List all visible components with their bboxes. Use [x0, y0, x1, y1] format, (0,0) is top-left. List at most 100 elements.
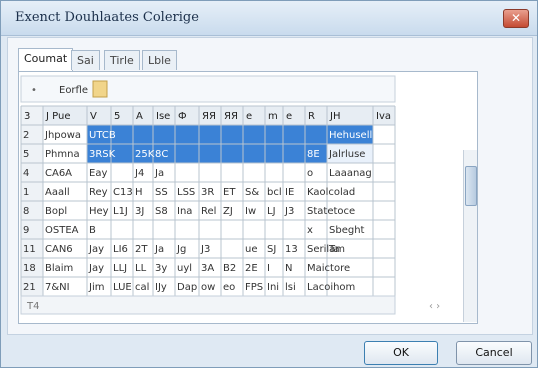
table-cell: uyl: [177, 263, 192, 274]
column-header: Ise: [156, 111, 170, 122]
table-cell: Ina: [177, 206, 192, 217]
row-number: 18: [23, 263, 36, 274]
dialog-title: Exenct Douhlaates Colerige: [15, 10, 199, 25]
row-number: 21: [23, 282, 36, 293]
row-number: 2: [23, 130, 29, 141]
table-cell: Jalrluse: [328, 149, 365, 160]
table-cell: Hey: [89, 206, 109, 217]
table-cell: Iw: [245, 206, 256, 217]
close-icon: ✕: [510, 11, 522, 25]
table-cell: LLJ: [113, 263, 127, 274]
table-cell: ET: [223, 187, 236, 198]
table-cell: Ja: [154, 168, 164, 179]
column-header: J Pue: [45, 111, 70, 122]
table-cell: 13: [285, 244, 298, 255]
table-cell: J3: [200, 244, 210, 255]
table-cell: ow: [201, 282, 215, 293]
row-number: 9: [23, 225, 29, 236]
title-bar[interactable]: Exenct Douhlaates Colerige ✕: [1, 1, 537, 36]
table-cell: Dap: [177, 282, 197, 293]
table-cell: 8C: [155, 149, 168, 160]
cell-name-label: Eorfle: [59, 85, 88, 96]
table-cell: cal: [135, 282, 149, 293]
table-cell: Laaanag: [329, 168, 372, 179]
table-cell: 8E: [307, 149, 320, 160]
table-cell: Phmna: [45, 149, 80, 160]
table-cell: o: [307, 168, 313, 179]
column-header: JH: [329, 111, 340, 122]
column-header: e: [286, 111, 292, 122]
column-header: ЯЯ: [224, 111, 238, 122]
cancel-button[interactable]: Cancel: [456, 341, 532, 365]
table-cell: 3y: [155, 263, 167, 274]
table-cell: Lacoihom: [307, 282, 355, 293]
table-cell: CA6A: [45, 168, 72, 179]
table-cell: UTCB: [89, 130, 116, 141]
table-cell: Hehusell: [329, 130, 372, 141]
vertical-scrollbar[interactable]: [463, 150, 477, 322]
column-header: A: [136, 111, 143, 122]
table-cell: Rey: [89, 187, 108, 198]
table-cell: OSTEA: [45, 225, 79, 236]
table-cell: 3J: [135, 206, 144, 217]
close-button[interactable]: ✕: [503, 9, 529, 28]
table-cell: H: [135, 187, 143, 198]
table-cell: Aaall: [45, 187, 70, 198]
table-cell: J4: [134, 168, 144, 179]
table-cell: Jg: [176, 244, 186, 255]
table-cell: 25K: [135, 149, 155, 160]
column-header: 3: [24, 111, 30, 122]
column-header: Ф: [178, 111, 187, 122]
table-cell: CAN6: [45, 244, 73, 255]
table-cell: 2T: [135, 244, 148, 255]
footer-label: T4: [26, 301, 39, 312]
grid-footer: [20, 295, 396, 315]
table-cell: ue: [245, 244, 258, 255]
table-cell: Ini: [267, 282, 279, 293]
table-cell: ZJ: [223, 206, 233, 217]
table-cell: IJy: [155, 282, 167, 293]
data-grid[interactable]: • Eorfle3 J Pue V 5 A Ise Ф ЯЯ ЯЯ e m e R JH Iva2 Jhpowa…: [19, 72, 477, 323]
tab-label: Coumat: [24, 52, 68, 65]
tab-title[interactable]: Tirle: [104, 50, 140, 70]
table-cell: Statetoce: [307, 206, 355, 217]
table-cell: 7&NI: [45, 282, 70, 293]
nav-arrows-icon: ‹ ›: [429, 301, 440, 312]
selection-highlight: [87, 125, 327, 144]
column-header: ЯЯ: [202, 111, 216, 122]
tab-label: Tirle: [110, 54, 134, 67]
ok-button[interactable]: OK: [364, 341, 438, 365]
tab-sai[interactable]: Sai: [71, 50, 100, 70]
table-cell: Jay: [88, 263, 104, 274]
table-cell: Jim: [88, 282, 104, 293]
table-cell: 2E: [245, 263, 258, 274]
table-cell: Ta: [328, 244, 340, 255]
table-cell: LJ: [267, 206, 276, 217]
column-header: 5: [114, 111, 120, 122]
table-cell: LL: [135, 263, 147, 274]
table-cell: Maictore: [307, 263, 350, 274]
table-cell: Blaim: [45, 263, 73, 274]
scroll-thumb[interactable]: [465, 166, 477, 206]
row-number: 5: [23, 149, 29, 160]
extract-duplicates-dialog: Exenct Douhlaates Colerige ✕ Coumat Sai …: [0, 0, 538, 368]
table-cell: Jhpowa: [44, 130, 81, 141]
table-cell: x: [307, 225, 313, 236]
table-cell: S8: [155, 206, 168, 217]
table-cell: C13: [113, 187, 133, 198]
tab-label: Lble: [148, 54, 171, 67]
paste-icon[interactable]: [92, 80, 108, 98]
table-cell: J3: [284, 206, 294, 217]
table-cell: Bopl: [45, 206, 67, 217]
tab-label: Sai: [77, 54, 94, 67]
tab-lble[interactable]: Lble: [142, 50, 177, 70]
table-cell: LI6: [113, 244, 128, 255]
tab-format[interactable]: Coumat: [18, 48, 74, 71]
table-cell: 3A: [201, 263, 214, 274]
table-cell: LSS: [177, 187, 195, 198]
table-cell: Eay: [89, 168, 107, 179]
table-cell: 3R: [201, 187, 214, 198]
row-number: 1: [23, 187, 29, 198]
table-cell: bcl: [267, 187, 282, 198]
grid-panel: • Eorfle 3 J Pue V 5 A Ise Ф ЯЯ ЯЯ e m e R JH Iva 2 Jhpowa…: [18, 71, 478, 324]
